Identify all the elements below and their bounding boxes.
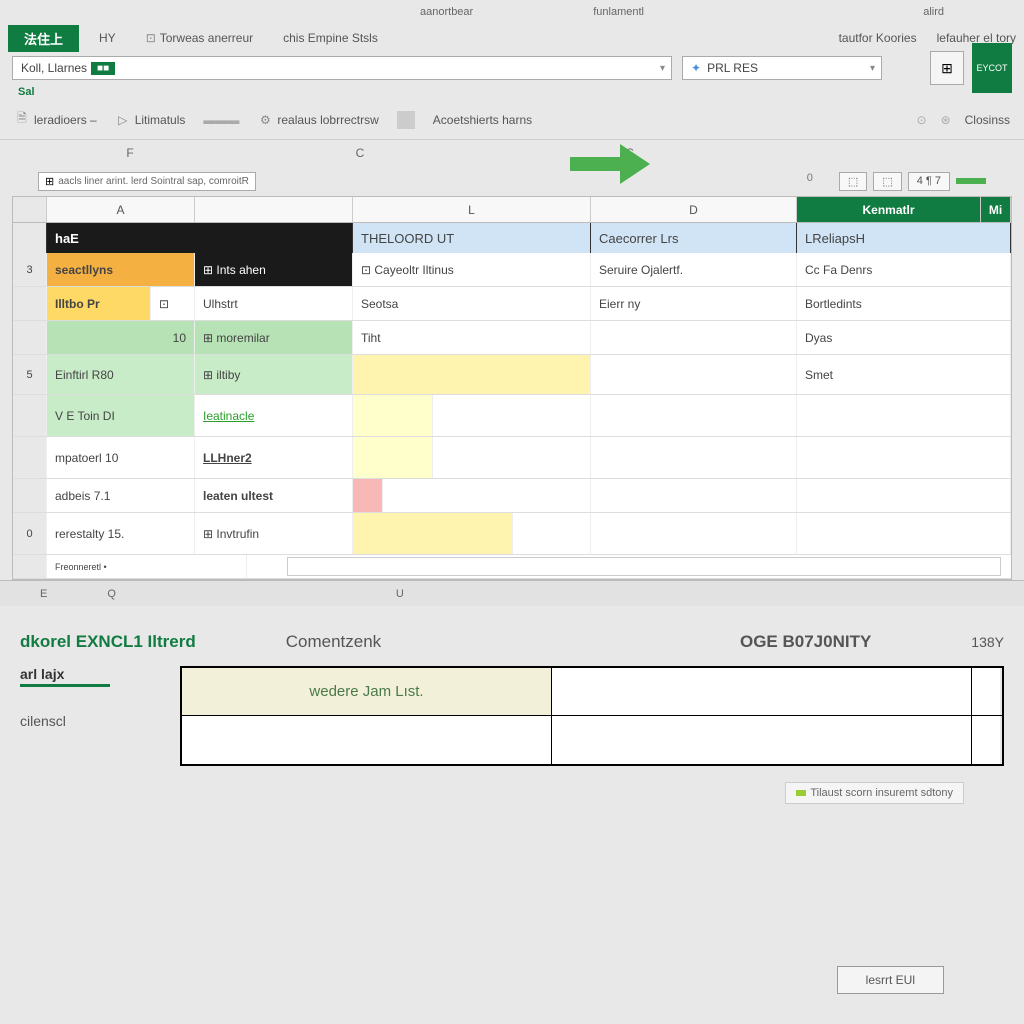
note-bar-icon [796, 790, 806, 796]
formula-bar: ⊞ aacls liner arint. lerd Sointral sap, … [0, 166, 1024, 196]
mini-icon-2[interactable]: ⬚ [873, 172, 901, 191]
ribbon-tab-3[interactable]: chis Empine Stsls [273, 27, 388, 49]
table-row[interactable]: 10 ⊞ moremilar Tiht Dyas [13, 321, 1011, 355]
table-row[interactable]: 0 rerestalty 15. ⊞ Invtrufin [13, 513, 1011, 555]
doc-icon: 🗎 [14, 112, 30, 128]
spreadsheet-grid[interactable]: A L D Kenmatlr Mi haE THELOORD UT Caecor… [12, 196, 1012, 580]
table-row[interactable]: adbeis 7.1 leaten ultest [13, 479, 1011, 513]
insert-button[interactable]: lesrrt EUl [837, 966, 944, 994]
lower-title-1: dkorel EXNCL1 Iltrerd [20, 632, 196, 652]
lower-title-3: OGE B07J0NITY [740, 632, 871, 652]
table-footer-row: Freonneretl • [13, 555, 1011, 579]
secondary-toolbar: 🗎leradioers ‒ ▷Litimatuls ▬▬▬ ⚙realaus l… [0, 100, 1024, 140]
secondary-dropdown[interactable]: ✦ PRL RES ▾ [682, 56, 882, 80]
col-header-a[interactable]: A [47, 197, 195, 222]
col-header-b[interactable] [195, 197, 353, 222]
table-row[interactable]: Illtbo Pr ⊡ Ulhstrt Seotsa Eierr ny Bort… [13, 287, 1011, 321]
table-row[interactable]: 3 seactllyns ⊞ Ints ahen ⊡ Cayeoltr Ilti… [13, 253, 1011, 287]
lower-title-2: Comentzenk [286, 632, 381, 652]
sec-right-icon1[interactable]: ⊙ [917, 113, 927, 127]
col-header-c[interactable]: L [353, 197, 591, 222]
mini-icon-3[interactable]: 4 ¶ 7 [908, 172, 950, 191]
table-row[interactable]: 5 Einftirl R80 ⊞ iltiby Smet [13, 355, 1011, 395]
sec-item-3[interactable]: ⚙realaus lobrrectrsw [257, 112, 378, 128]
mini-icon-1[interactable]: ⬚ [839, 172, 867, 191]
sec-item-4[interactable]: Acoetshierts harns [433, 113, 532, 127]
small-label: Sal [0, 84, 1024, 100]
table-row[interactable]: V E Toin DI Ieatinacle [13, 395, 1011, 437]
chevron-down-icon: ▾ [870, 63, 875, 74]
green-line-icon [956, 178, 986, 184]
table-header-row: haE THELOORD UT Caecorrer Lrs LReliapsH [13, 223, 1011, 253]
sheet-tab-1[interactable]: E [40, 588, 47, 600]
col-header-more[interactable]: Mi [981, 197, 1011, 222]
export-button[interactable]: EYCOT [972, 43, 1012, 93]
sec-item-1[interactable]: 🗎leradioers ‒ [14, 112, 97, 128]
sheet-tab-2[interactable]: Q [107, 588, 116, 600]
col-header-d[interactable]: D [591, 197, 797, 222]
top-tab-6[interactable]: alird [923, 6, 944, 18]
column-headers: A L D Kenmatlr Mi [13, 197, 1011, 223]
zero-label: 0 [787, 172, 833, 191]
lower-grid-cell[interactable] [972, 716, 1000, 764]
lower-left-label-2[interactable]: cilenscl [20, 713, 180, 729]
lower-grid-cell[interactable]: wedere Jam Lıst. [182, 668, 552, 715]
star-icon: ✦ [691, 61, 701, 75]
chevron-down-icon: ▾ [660, 63, 665, 74]
table-row[interactable]: mpatoerl 10 LLHner2 [13, 437, 1011, 479]
sheet-tabs: E Q U [0, 580, 1024, 606]
lower-grid-cell[interactable] [972, 668, 1000, 715]
sec-right-icon2[interactable]: ⊛ [941, 113, 951, 127]
lower-value: 138Y [971, 634, 1004, 650]
lower-grid-cell[interactable] [182, 716, 552, 764]
lower-grid-cell[interactable] [552, 668, 972, 715]
toolbar-row: Koll, Llarnes■■ ▾ ✦ PRL RES ▾ ⊞ EYCOT [0, 52, 1024, 84]
ribbon-tab-1[interactable]: HY [89, 27, 126, 49]
sheet-tab-3[interactable]: U [396, 588, 404, 600]
gear-icon: ⚙ [257, 112, 273, 128]
lower-note: Tilaust scorn insuremt sdtony [785, 782, 964, 804]
file-tab[interactable]: 法住上 [8, 25, 79, 52]
column-letters-guide: F C S [0, 140, 1024, 166]
lower-grid-cell[interactable] [552, 716, 972, 764]
col-header-e[interactable]: Kenmatlr [797, 197, 981, 222]
top-tab-3[interactable]: aanortbear [420, 6, 473, 18]
ribbon: 法住上 HY ⊡Torweas anerreur chis Empine Sts… [0, 24, 1024, 52]
sec-item-blur: ▬▬▬ [203, 113, 239, 127]
sec-item-blur2 [397, 111, 415, 129]
top-tab-4[interactable]: funlamentl [593, 6, 644, 18]
grid-view-icon[interactable]: ⊞ [930, 51, 964, 85]
fx-icon: ⊞ [45, 175, 54, 188]
ribbon-right-1[interactable]: tautfor Koories [839, 31, 917, 45]
token-icon: ■■ [91, 62, 115, 75]
play-icon: ▷ [115, 112, 131, 128]
select-all[interactable] [13, 197, 47, 222]
name-box[interactable]: ⊞ aacls liner arint. lerd Sointral sap, … [38, 172, 256, 191]
ribbon-tab-2[interactable]: ⊡Torweas anerreur [136, 27, 263, 49]
lower-grid[interactable]: wedere Jam Lıst. [180, 666, 1004, 766]
lower-left-label-1[interactable]: arl lajx [20, 666, 110, 687]
sec-item-2[interactable]: ▷Litimatuls [115, 112, 186, 128]
window-top-tabs: aanortbear funlamentl alird [0, 0, 1024, 24]
path-dropdown[interactable]: Koll, Llarnes■■ ▾ [12, 56, 672, 80]
sec-right-1[interactable]: Closinss [965, 113, 1010, 127]
lower-panel: dkorel EXNCL1 Iltrerd Comentzenk OGE B07… [0, 606, 1024, 814]
